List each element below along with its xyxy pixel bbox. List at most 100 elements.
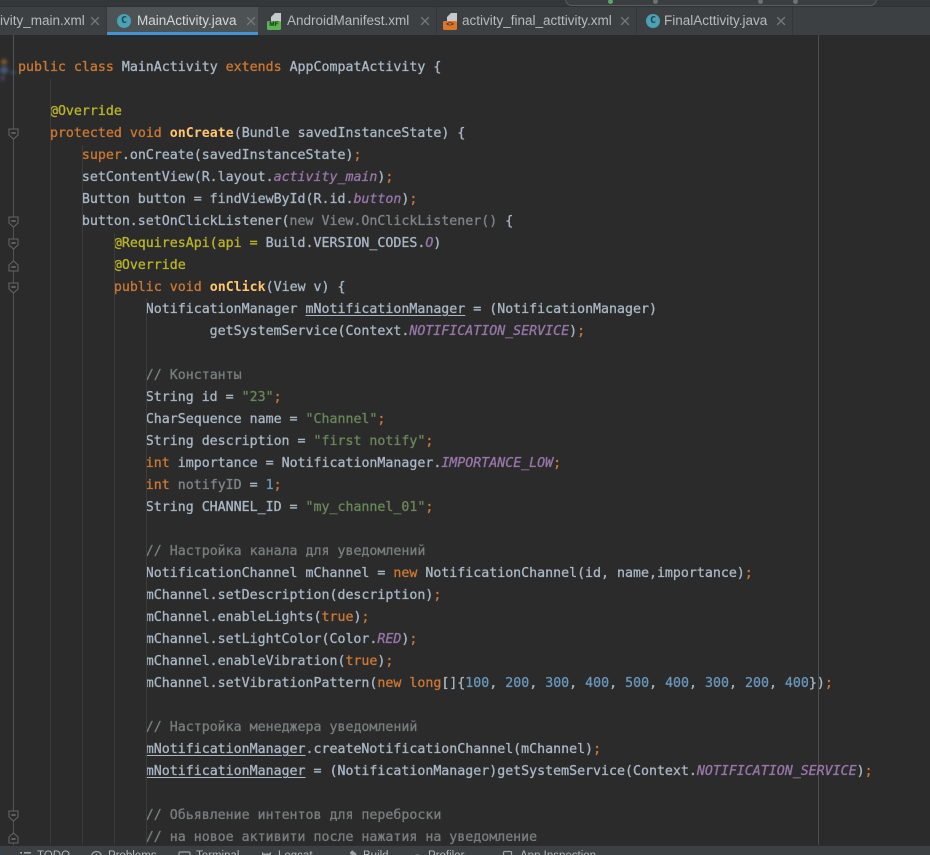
code-token: setContentView(R.layout. [18, 170, 274, 185]
todo-icon [19, 850, 32, 855]
code-token: (Bundle savedInstanceState) { [234, 126, 466, 141]
code-token: ) [857, 764, 865, 779]
fold-marker[interactable] [8, 832, 19, 844]
code-token: = [242, 478, 266, 493]
fold-marker[interactable] [8, 810, 19, 822]
code-token: ) [569, 324, 577, 339]
indent-guide [82, 145, 83, 845]
code-line[interactable]: @Override [18, 255, 873, 277]
profiler-icon [410, 850, 423, 855]
tool-window-button-todo[interactable]: TODO [19, 849, 70, 855]
code-token: @Override [114, 258, 186, 273]
code-token: ; [385, 170, 393, 185]
editor-tab-finalacttivity-java[interactable]: CFinalActtivity.java [637, 7, 793, 35]
code-token: IMPORTANCE_LOW [441, 456, 553, 471]
code-line[interactable]: protected void onCreate(Bundle savedInst… [18, 123, 873, 145]
editor-tab-androidmanifest-xml[interactable]: MFAndroidManifest.xml [258, 7, 437, 35]
tool-window-button-app-inspection[interactable]: App Inspection [502, 849, 596, 855]
code-token: (View v) { [266, 280, 346, 295]
code-token: AppCompatActivity { [282, 60, 442, 75]
editor-tab-mainactivity-java[interactable]: CMainActivity.java [107, 7, 258, 35]
code-token: getSystemService(Context. [18, 324, 409, 339]
code-line[interactable]: Button button = findViewById(R.id.button… [18, 189, 873, 211]
code-token: ; [274, 390, 282, 405]
code-token: MainActivity [114, 60, 226, 75]
code-token: mChannel.enableVibration( [18, 654, 345, 669]
tool-window-button-logcat[interactable]: Logcat [260, 849, 313, 855]
run-configuration-pill[interactable] [565, 0, 877, 6]
code-token [18, 126, 50, 141]
main-toolbar-strip [0, 0, 930, 7]
fold-marker[interactable] [8, 128, 19, 140]
editor-tab-activity-final-acttivity-xml[interactable]: <>activity_final_acttivity.xml [437, 7, 637, 35]
code-line[interactable]: super.onCreate(savedInstanceState); [18, 145, 873, 167]
code-token: "Channel" [306, 412, 378, 427]
code-token: mNotificationManager [146, 764, 306, 779]
code-token: void [130, 126, 162, 141]
manifest-file-icon: MF [267, 13, 283, 30]
code-token: NotificationChannel mChannel = [18, 566, 393, 581]
code-token: public [18, 60, 66, 75]
code-line[interactable]: setContentView(R.layout.activity_main); [18, 167, 873, 189]
code-token: button.setOnClickListener( [18, 214, 290, 229]
code-token: 100 [465, 676, 489, 691]
code-token: true [345, 654, 377, 669]
code-token: ; [274, 478, 282, 493]
terminal-icon [178, 850, 191, 855]
code-token: mChannel.setVibrationPattern( [18, 676, 377, 691]
code-token: []{ [441, 676, 465, 691]
code-token: ; [745, 566, 753, 581]
fold-marker[interactable] [8, 216, 19, 228]
code-token: mChannel.setDescription(description) [18, 588, 433, 603]
tab-close-icon[interactable] [620, 16, 630, 26]
code-token [202, 280, 210, 295]
code-token: 300 [705, 676, 729, 691]
tool-window-button-problems[interactable]: Problems [90, 849, 157, 855]
android-studio-window: ivity_main.xmlCMainActivity.javaMFAndroi… [0, 0, 930, 855]
tab-close-icon[interactable] [246, 16, 256, 26]
fold-marker[interactable] [8, 260, 19, 272]
tab-close-icon[interactable] [420, 16, 430, 26]
problems-icon [90, 850, 103, 855]
code-line[interactable]: public class MainActivity extends AppCom… [18, 57, 873, 79]
editor-tab-ivity-main-xml[interactable]: ivity_main.xml [0, 7, 107, 35]
code-token: = (NotificationManager)getSystemService(… [306, 764, 697, 779]
code-token [18, 236, 114, 251]
code-token: , [489, 676, 505, 691]
code-line[interactable]: public void onClick(View v) { [18, 277, 873, 299]
tool-window-button-terminal[interactable]: Terminal [178, 849, 239, 855]
tool-window-label: Problems [108, 850, 157, 855]
code-token: , [769, 676, 785, 691]
code-token: @RequiresApi(api = [114, 236, 266, 251]
code-token: String id = [18, 390, 242, 405]
code-line[interactable]: @RequiresApi(api = Build.VERSION_CODES.O… [18, 233, 873, 255]
code-token: ; [409, 632, 417, 647]
tool-window-button-build[interactable]: Build [345, 849, 389, 855]
tab-label: AndroidManifest.xml [287, 7, 409, 35]
code-token: , [529, 676, 545, 691]
tool-window-button-profiler[interactable]: Profiler [410, 849, 464, 855]
code-token: ; [825, 676, 833, 691]
code-line[interactable]: @Override [18, 101, 873, 123]
tool-window-label: Profiler [428, 850, 464, 855]
tab-close-icon[interactable] [776, 16, 786, 26]
code-token: 400 [585, 676, 609, 691]
fold-marker[interactable] [8, 238, 19, 250]
separator-dot-2 [758, 0, 763, 4]
java-class-icon: C [646, 14, 660, 28]
code-token: Button button = findViewById(R.id. [18, 192, 353, 207]
code-token: 400 [785, 676, 809, 691]
code-token: CharSequence name = [18, 412, 306, 427]
code-line[interactable] [18, 79, 873, 101]
code-token: ; [409, 192, 417, 207]
xml-file-icon: <> [443, 13, 459, 30]
cropped-gutter-icon [1, 59, 7, 65]
code-line[interactable]: button.setOnClickListener(new View.OnCli… [18, 211, 873, 233]
code-token: extends [226, 60, 282, 75]
code-token: mNotificationManager [306, 302, 466, 317]
file-badge: <> [443, 21, 457, 30]
code-editor[interactable]: public class MainActivity extends AppCom… [0, 35, 930, 845]
fold-marker[interactable] [8, 282, 19, 294]
tab-close-icon[interactable] [90, 16, 100, 26]
code-token: void [170, 280, 202, 295]
